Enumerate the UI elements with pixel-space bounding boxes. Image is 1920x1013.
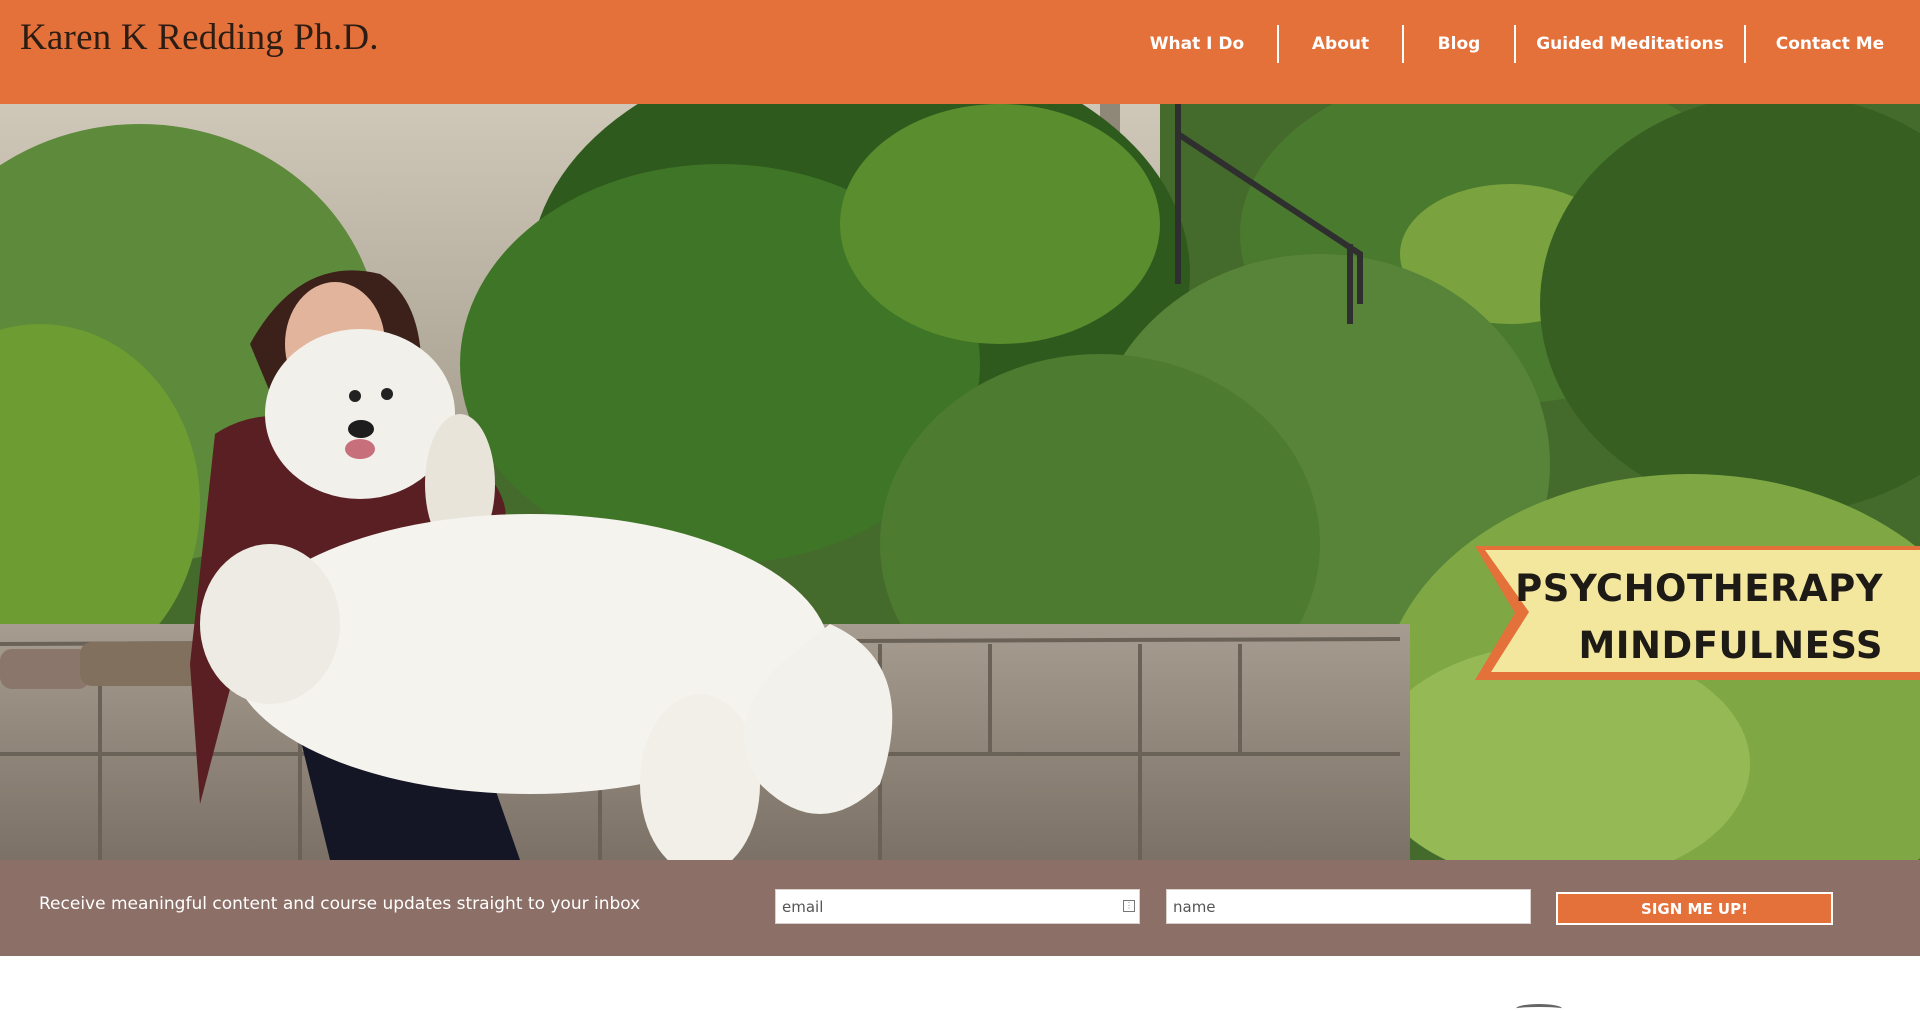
newsletter-signup-bar: Receive meaningful content and course up…	[0, 860, 1920, 956]
sign-me-up-button[interactable]: SIGN ME UP!	[1556, 892, 1833, 925]
nav-blog[interactable]: Blog	[1404, 24, 1514, 64]
name-input[interactable]	[1167, 890, 1530, 923]
hero-garden-photo	[0, 104, 1920, 860]
tagline-banner: PSYCHOTHERAPY MINDFULNESS	[1467, 546, 1920, 680]
email-field[interactable]: ⋮	[775, 889, 1140, 924]
email-input[interactable]	[776, 890, 1139, 923]
hero-section: PSYCHOTHERAPY MINDFULNESS	[0, 104, 1920, 860]
main-nav: What I Do About Blog Guided Meditations …	[1142, 24, 1920, 64]
nav-guided-meditations[interactable]: Guided Meditations	[1516, 24, 1744, 64]
banner-line-psychotherapy: PSYCHOTHERAPY	[1515, 567, 1883, 610]
autofill-icon[interactable]: ⋮	[1123, 900, 1135, 912]
name-field[interactable]	[1166, 889, 1531, 924]
signup-description: Receive meaningful content and course up…	[39, 894, 641, 914]
site-title[interactable]: Karen K Redding Ph.D.	[20, 16, 379, 59]
nav-about[interactable]: About	[1279, 24, 1402, 64]
content-below-fold	[1516, 1004, 1562, 1013]
banner-text: PSYCHOTHERAPY MINDFULNESS	[1515, 560, 1883, 674]
site-header: Karen K Redding Ph.D. What I Do About Bl…	[0, 0, 1920, 104]
nav-what-i-do[interactable]: What I Do	[1142, 24, 1252, 64]
nav-contact-me[interactable]: Contact Me	[1746, 24, 1914, 64]
banner-line-mindfulness: MINDFULNESS	[1578, 624, 1883, 667]
